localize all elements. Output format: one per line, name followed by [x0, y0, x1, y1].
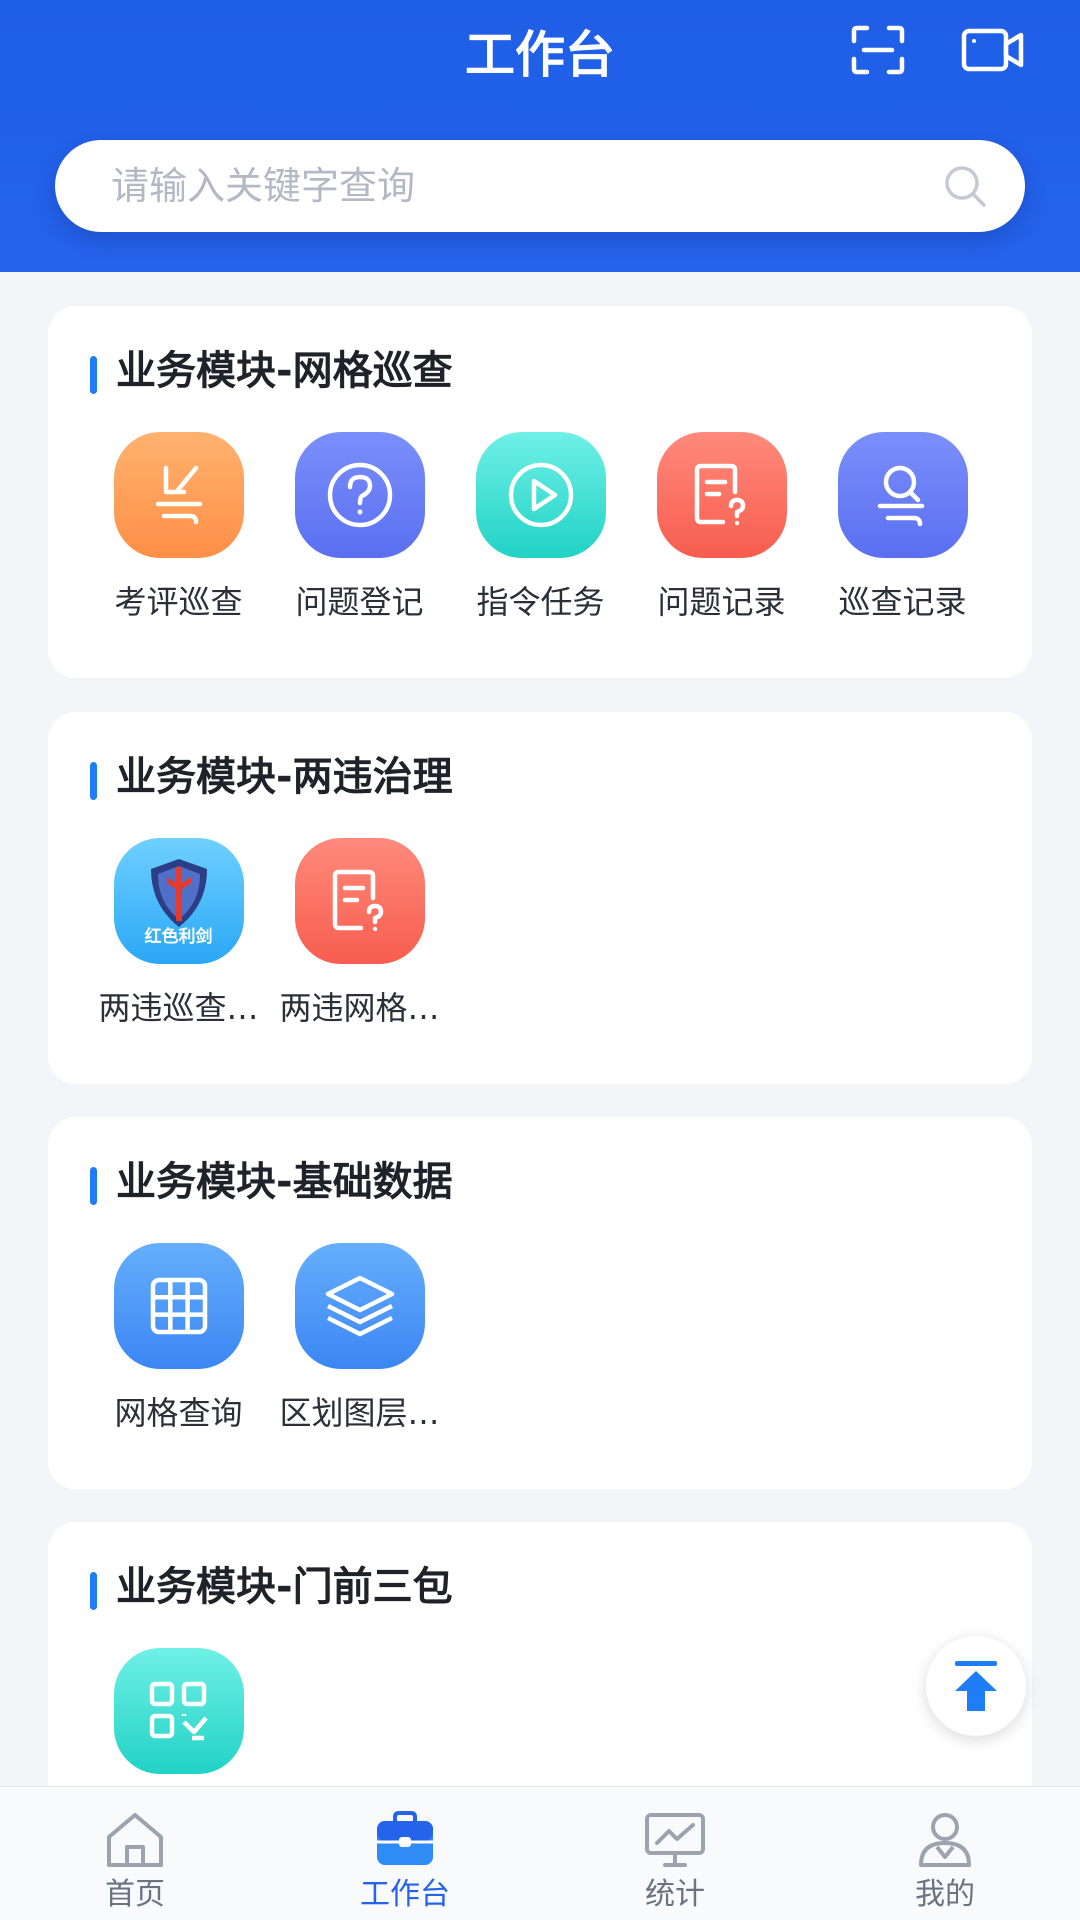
section-grid-patrol: 业务模块-网格巡查 考评巡查 问题登记 指令任务 问题记录 巡查记录: [48, 306, 1032, 678]
question-icon: [327, 462, 392, 528]
module-label: 网格查询: [114, 1394, 243, 1432]
module-label: 两违巡查…: [98, 989, 259, 1027]
tab-statistics[interactable]: 统计: [540, 1787, 810, 1920]
scan-button[interactable]: [830, 22, 926, 78]
evaluate-patrol-icon: [155, 465, 202, 525]
user-icon: [919, 1813, 971, 1867]
module-question-register[interactable]: 问题登记: [269, 432, 450, 624]
search-bar: [55, 140, 1025, 232]
back-to-top-button[interactable]: [926, 1636, 1026, 1736]
section-accent-bar: [90, 1167, 97, 1205]
section-title: 业务模块-网格巡查: [116, 348, 453, 394]
module-district-layer[interactable]: 区划图层…: [269, 1243, 450, 1435]
section-two-violations: 业务模块-两违治理 红色利剑 两违巡查… 两违网格…: [48, 712, 1032, 1084]
tab-label: 工作台: [360, 1877, 450, 1912]
tab-mine[interactable]: 我的: [810, 1787, 1080, 1920]
tab-label: 我的: [915, 1877, 975, 1912]
patrol-record-icon: [877, 465, 924, 527]
play-icon: [508, 462, 573, 528]
section-front-door: 业务模块-门前三包: [48, 1522, 1032, 1822]
tab-home[interactable]: 首页: [0, 1787, 270, 1920]
section-title: 业务模块-门前三包: [116, 1564, 453, 1610]
video-button[interactable]: [945, 22, 1041, 78]
module-qrcode[interactable]: [88, 1648, 269, 1796]
red-sword-logo-icon: [150, 859, 207, 927]
header: 工作台: [0, 0, 1080, 272]
section-accent-bar: [90, 356, 97, 394]
module-label: 问题登记: [295, 583, 424, 621]
scan-icon: [851, 25, 905, 75]
module-patrol-record[interactable]: 巡查记录: [812, 432, 993, 624]
module-command-task[interactable]: 指令任务: [450, 432, 631, 624]
home-icon: [107, 1813, 163, 1867]
tab-workbench[interactable]: 工作台: [270, 1787, 540, 1920]
section-title: 业务模块-两违治理: [116, 754, 453, 800]
problem-record-icon: [332, 869, 383, 932]
module-label: 问题记录: [657, 583, 786, 621]
search-input[interactable]: [111, 140, 931, 232]
section-title: 业务模块-基础数据: [116, 1159, 453, 1205]
module-label: 考评巡查: [114, 583, 243, 621]
module-label: 区划图层…: [279, 1394, 440, 1432]
bottom-tab-bar: 首页 工作台 统计 我的: [0, 1786, 1080, 1920]
layers-icon: [325, 1275, 394, 1337]
problem-record-icon: [694, 463, 745, 526]
logo-text: 红色利剑: [144, 927, 213, 947]
module-label: 两违网格…: [279, 989, 440, 1027]
grid-icon: [150, 1277, 207, 1335]
module-label: 指令任务: [476, 583, 605, 621]
tab-label: 首页: [105, 1877, 165, 1912]
search-icon[interactable]: [941, 162, 989, 210]
module-problem-record[interactable]: 问题记录: [631, 432, 812, 624]
module-evaluate-patrol[interactable]: 考评巡查: [88, 432, 269, 624]
chart-icon: [645, 1813, 705, 1867]
section-accent-bar: [90, 762, 97, 800]
section-basic-data: 业务模块-基础数据 网格查询 区划图层…: [48, 1117, 1032, 1489]
briefcase-icon: [377, 1811, 433, 1865]
arrow-up-icon: [955, 1661, 997, 1711]
module-violation-patrol[interactable]: 红色利剑 两违巡查…: [88, 838, 269, 1030]
tab-label: 统计: [645, 1877, 705, 1912]
qrcode-icon: [149, 1681, 208, 1741]
video-camera-icon: [961, 28, 1024, 72]
section-accent-bar: [90, 1572, 97, 1610]
module-label: 巡查记录: [838, 583, 967, 621]
module-violation-grid[interactable]: 两违网格…: [269, 838, 450, 1030]
module-grid-query[interactable]: 网格查询: [88, 1243, 269, 1435]
